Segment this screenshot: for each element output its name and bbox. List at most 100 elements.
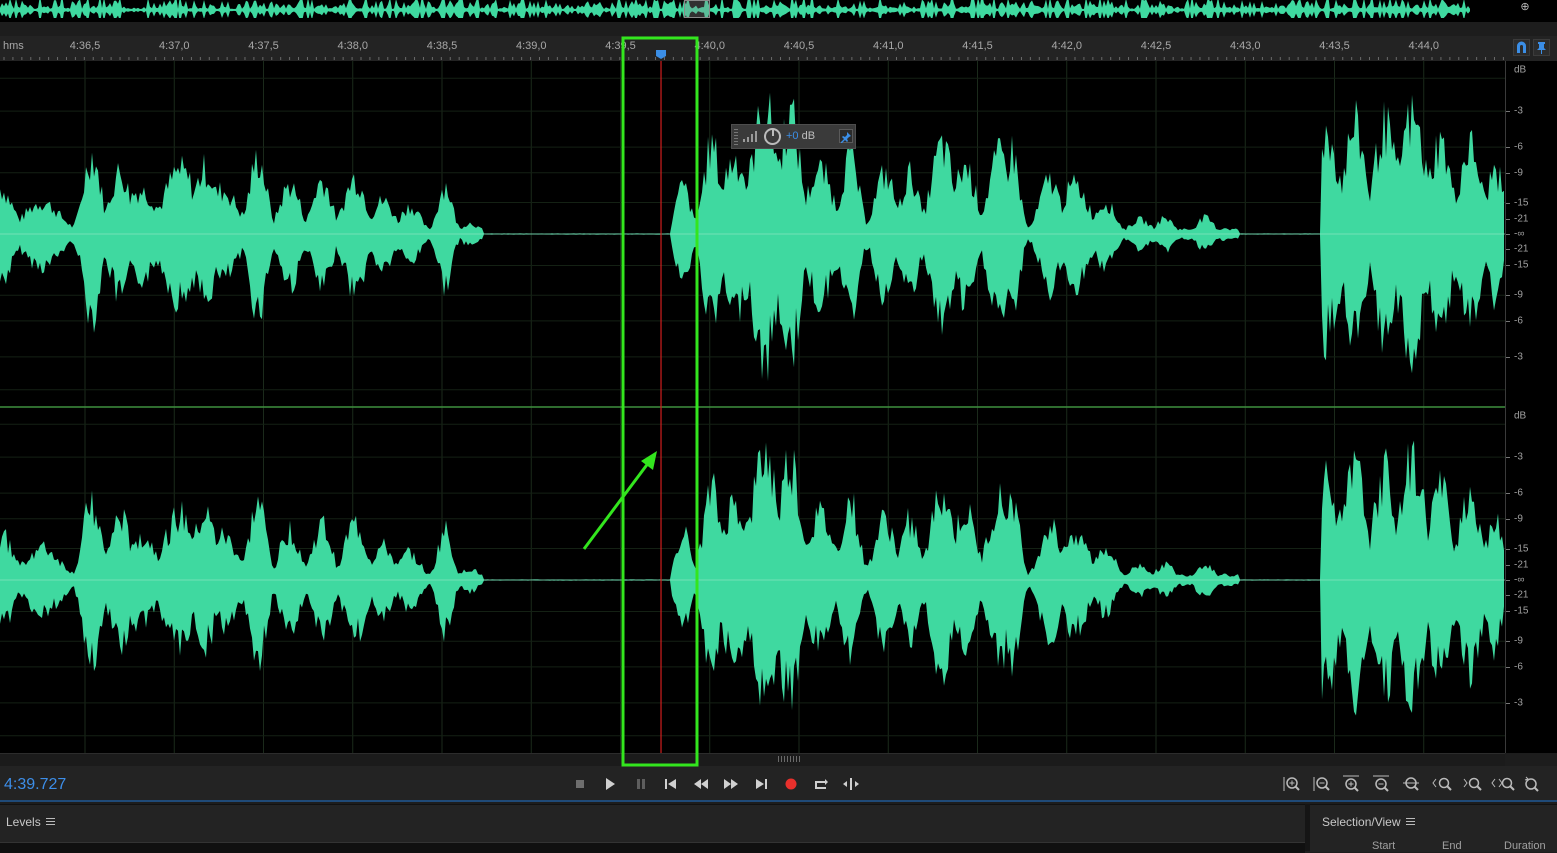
db-tick-mark <box>1506 234 1510 235</box>
column-duration: Duration <box>1504 840 1546 852</box>
db-tick-label: -6 <box>1514 315 1523 327</box>
db-tick-mark <box>1506 641 1510 643</box>
zoom-in-amplitude-button[interactable] <box>1278 772 1304 796</box>
levels-panel: Levels <box>0 804 1305 853</box>
db-tick-mark <box>1506 320 1510 322</box>
db-tick-mark <box>1506 202 1510 204</box>
hud-pin-icon[interactable] <box>839 129 853 143</box>
ruler-ticks <box>3 50 1504 60</box>
volume-knob[interactable] <box>764 128 781 145</box>
db-tick-mark <box>1506 594 1510 596</box>
db-tick-label: -15 <box>1514 605 1529 617</box>
db-tick-label: -9 <box>1514 513 1523 525</box>
hud-grip-handle[interactable] <box>734 128 738 145</box>
db-tick-label: -6 <box>1514 141 1523 153</box>
zoom-to-selection-icon <box>1403 777 1419 791</box>
horizontal-scrollbar[interactable] <box>0 753 1505 766</box>
loop-button[interactable] <box>809 772 833 796</box>
selection-view-menu-icon[interactable] <box>1406 818 1415 825</box>
overview-view-handle[interactable] <box>684 0 710 18</box>
zoom-out-amplitude-button[interactable] <box>1308 772 1334 796</box>
zoom-out-amplitude-icon <box>1313 777 1330 791</box>
zoom-full-button[interactable] <box>1490 772 1516 796</box>
levels-menu-icon[interactable] <box>46 818 55 825</box>
ruler-tick-label: 4:42,5 <box>1140 40 1172 52</box>
zoom-rotate-icon <box>1524 776 1539 792</box>
waveform-right-channel <box>0 440 1504 716</box>
skip-selection-button[interactable] <box>839 772 863 796</box>
zoom-to-selection-button[interactable] <box>1398 772 1424 796</box>
levels-meter <box>0 842 1305 853</box>
magnet-snap-icon[interactable] <box>1513 39 1530 56</box>
db-tick-label: -6 <box>1514 661 1523 673</box>
zoom-in-left-icon <box>1432 777 1452 791</box>
scrollbar-grip[interactable] <box>778 756 802 762</box>
zoom-navigator-icon[interactable]: ⊕ <box>1514 0 1536 16</box>
selection-view-panel: Selection/View Start End Duration <box>1310 804 1557 852</box>
zoom-out-full-button[interactable] <box>1368 772 1394 796</box>
db-tick-mark <box>1506 702 1510 704</box>
db-tick-label: -15 <box>1514 259 1529 271</box>
pin-icon[interactable] <box>1533 39 1550 56</box>
rewind-button[interactable] <box>689 772 713 796</box>
zoom-full-icon <box>1491 777 1515 791</box>
zoom-in-amplitude-icon <box>1283 777 1300 791</box>
db-tick-label: -∞ <box>1514 574 1525 586</box>
db-unit-label: dB <box>1514 410 1527 422</box>
levels-panel-title[interactable]: Levels <box>6 815 41 829</box>
db-tick-label: -9 <box>1514 289 1523 301</box>
play-icon <box>606 778 615 790</box>
pause-button[interactable] <box>629 772 653 796</box>
db-tick-mark <box>1506 172 1510 174</box>
hud-volume-unit: dB <box>801 130 816 142</box>
db-tick-mark <box>1506 580 1510 581</box>
zoom-in-right-icon <box>1463 777 1482 791</box>
db-tick-mark <box>1506 457 1510 459</box>
time-ruler[interactable]: hms 4:36,5 4:37,0 4:37,5 4:38,0 4:38,5 4:39,0… <box>0 36 1516 62</box>
ruler-tick-label: 4:42,0 <box>1051 40 1083 52</box>
db-tick-label: -21 <box>1514 589 1529 601</box>
overview-waveform[interactable]: ⊕ <box>0 0 1557 22</box>
transport-bar: 4:39.727 <box>0 766 1557 802</box>
zoom-out-full-icon <box>1373 775 1389 792</box>
db-tick-label: -9 <box>1514 167 1523 179</box>
current-time-display[interactable]: 4:39.727 <box>4 776 66 794</box>
ruler-tick-label: 4:37,5 <box>248 40 279 52</box>
zoom-rotate-button[interactable] <box>1518 772 1544 796</box>
ruler-side-controls <box>1505 36 1557 61</box>
zoom-in-left-button[interactable] <box>1430 772 1456 796</box>
selection-view-title[interactable]: Selection/View <box>1322 815 1401 829</box>
db-unit-label: dB <box>1514 64 1527 76</box>
skip-to-start-button[interactable] <box>659 772 683 796</box>
db-tick-mark <box>1506 295 1510 297</box>
waveform-editor[interactable] <box>0 61 1505 753</box>
fast-forward-icon <box>724 779 738 789</box>
ruler-tick-label: 4:38,5 <box>426 40 458 52</box>
record-icon <box>785 778 797 790</box>
db-tick-label: -3 <box>1514 697 1523 709</box>
column-start: Start <box>1372 840 1396 852</box>
play-button[interactable] <box>598 772 622 796</box>
db-tick-mark <box>1506 518 1510 520</box>
hud-volume-number: +0 <box>786 130 799 142</box>
record-button[interactable] <box>779 772 803 796</box>
amplitude-hud[interactable]: +0 dB <box>731 124 856 149</box>
db-tick-label: -∞ <box>1514 228 1525 240</box>
skip-to-start-icon <box>665 779 676 789</box>
overview-waveform-graph <box>0 0 1470 18</box>
ruler-tick-label: 4:43,5 <box>1319 40 1350 52</box>
db-tick-mark <box>1506 147 1510 149</box>
db-tick-label: -6 <box>1514 487 1523 499</box>
skip-to-end-button[interactable] <box>749 772 773 796</box>
db-tick-mark <box>1506 565 1510 567</box>
ruler-tick-label: 4:43,0 <box>1229 40 1261 52</box>
loop-icon <box>815 779 828 789</box>
hud-volume-value[interactable]: +0 dB <box>786 130 815 142</box>
stop-button[interactable] <box>568 772 592 796</box>
fast-forward-button[interactable] <box>719 772 743 796</box>
column-end: End <box>1442 840 1462 852</box>
ruler-tick-label: 4:44,0 <box>1408 40 1440 52</box>
zoom-in-right-button[interactable] <box>1460 772 1486 796</box>
zoom-in-full-button[interactable] <box>1338 772 1364 796</box>
db-tick-label: -3 <box>1514 105 1523 117</box>
